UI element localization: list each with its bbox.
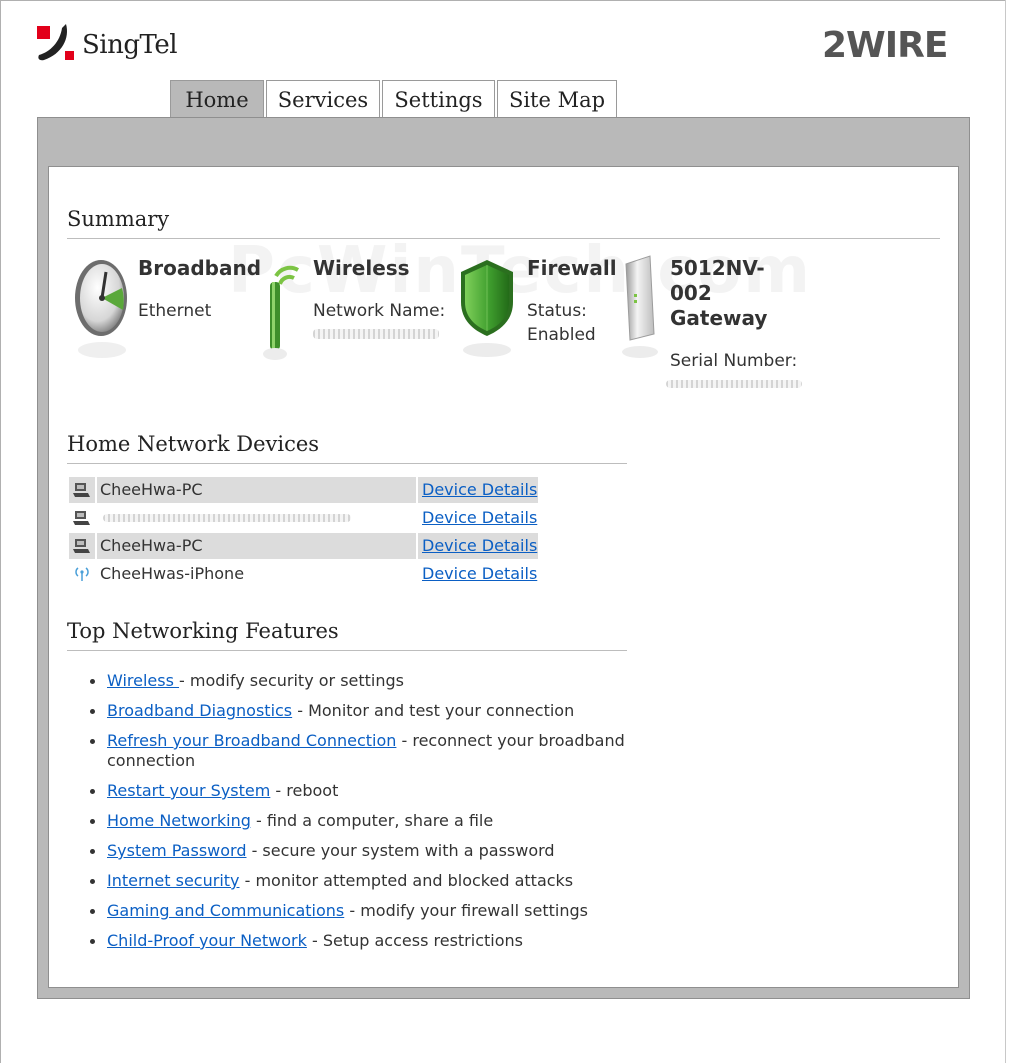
- wireless-device-icon: [69, 561, 95, 587]
- feature-description: - find a computer, share a file: [250, 811, 494, 830]
- broadband-gauge-icon[interactable]: [72, 258, 130, 364]
- device-row: Device Details: [69, 505, 537, 531]
- feature-description: - secure your system with a password: [246, 841, 555, 860]
- feature-link-gaming-communications[interactable]: Gaming and Communications: [107, 901, 344, 920]
- device-row: CheeHwas-iPhone Device Details: [69, 561, 537, 587]
- list-item: Wireless - modify security or settings: [90, 671, 635, 691]
- redacted-network-name: [313, 329, 439, 339]
- feature-link-system-password[interactable]: System Password: [107, 841, 246, 860]
- firewall-status-value: Enabled: [527, 325, 596, 345]
- feature-description: - modify your firewall settings: [344, 901, 588, 920]
- devices-title: Home Network Devices: [67, 432, 320, 456]
- broadband-connection-type: Ethernet: [138, 301, 212, 321]
- list-item: Home Networking - find a computer, share…: [90, 811, 635, 831]
- computer-icon: [69, 477, 95, 503]
- device-row: CheeHwa-PC Device Details: [69, 477, 538, 503]
- 2wire-logo-text: 2WIRE: [822, 26, 947, 62]
- device-row: CheeHwa-PC Device Details: [69, 533, 538, 559]
- firewall-heading: Firewall: [527, 256, 617, 280]
- list-item: Internet security - monitor attempted an…: [90, 871, 635, 891]
- broadband-heading: Broadband: [138, 256, 262, 280]
- list-item: Child-Proof your Network - Setup access …: [90, 931, 635, 951]
- list-item: Restart your System - reboot: [90, 781, 635, 801]
- tab-site-map[interactable]: Site Map: [497, 80, 617, 118]
- features-title: Top Networking Features: [67, 619, 339, 643]
- firewall-shield-icon[interactable]: [457, 258, 517, 362]
- list-item: Refresh your Broadband Connection - reco…: [90, 731, 635, 771]
- device-details-link[interactable]: Device Details: [422, 480, 537, 499]
- feature-link-broadband-diagnostics[interactable]: Broadband Diagnostics: [107, 701, 292, 720]
- devices-divider: [67, 463, 627, 464]
- wireless-heading: Wireless: [313, 256, 410, 280]
- feature-description: - Monitor and test your connection: [292, 701, 575, 720]
- gateway-serial-label: Serial Number:: [670, 351, 798, 371]
- feature-link-child-proof[interactable]: Child-Proof your Network: [107, 931, 307, 950]
- feature-description: - Setup access restrictions: [306, 931, 523, 950]
- device-details-link[interactable]: Device Details: [422, 564, 537, 583]
- feature-link-restart-system[interactable]: Restart your System: [107, 781, 270, 800]
- feature-link-internet-security[interactable]: Internet security: [107, 871, 240, 890]
- summary-divider: [67, 238, 940, 239]
- summary-title: Summary: [67, 207, 170, 231]
- gateway-heading: 5012NV-002 Gateway: [670, 256, 768, 330]
- 2wire-logo: 2WIRE: [822, 26, 948, 62]
- device-name: CheeHwa-PC: [97, 533, 416, 559]
- tab-settings[interactable]: Settings: [382, 80, 495, 118]
- feature-link-refresh-broadband[interactable]: Refresh your Broadband Connection: [107, 731, 396, 750]
- singtel-logo: SingTel: [36, 22, 196, 66]
- computer-icon: [69, 533, 95, 559]
- singtel-swoosh-icon: [37, 24, 74, 61]
- firewall-status-label: Status:: [527, 301, 587, 321]
- feature-link-wireless[interactable]: Wireless: [107, 671, 179, 690]
- device-details-link[interactable]: Device Details: [422, 508, 537, 527]
- device-name: CheeHwas-iPhone: [100, 564, 245, 583]
- device-name: CheeHwa-PC: [97, 477, 416, 503]
- feature-description: - reboot: [270, 781, 339, 800]
- list-item: Gaming and Communications - modify your …: [90, 901, 635, 921]
- redacted-serial-number: [666, 380, 802, 388]
- feature-description: - modify security or settings: [179, 671, 404, 690]
- feature-description: - monitor attempted and blocked attacks: [239, 871, 574, 890]
- tab-home[interactable]: Home: [170, 80, 264, 119]
- feature-link-home-networking[interactable]: Home Networking: [107, 811, 251, 830]
- singtel-logo-text: SingTel: [82, 30, 178, 60]
- list-item: Broadband Diagnostics - Monitor and test…: [90, 701, 635, 721]
- wireless-network-name-label: Network Name:: [313, 301, 446, 321]
- wireless-antenna-icon[interactable]: [262, 256, 306, 364]
- vertical-scrollbar[interactable]: [1005, 0, 1022, 1063]
- tab-services[interactable]: Services: [266, 80, 380, 118]
- computer-icon: [69, 505, 95, 531]
- list-item: System Password - secure your system wit…: [90, 841, 635, 861]
- device-details-link[interactable]: Device Details: [422, 536, 537, 555]
- gateway-device-icon[interactable]: [620, 254, 660, 366]
- redacted-device-name: [103, 514, 351, 522]
- features-divider: [67, 650, 627, 651]
